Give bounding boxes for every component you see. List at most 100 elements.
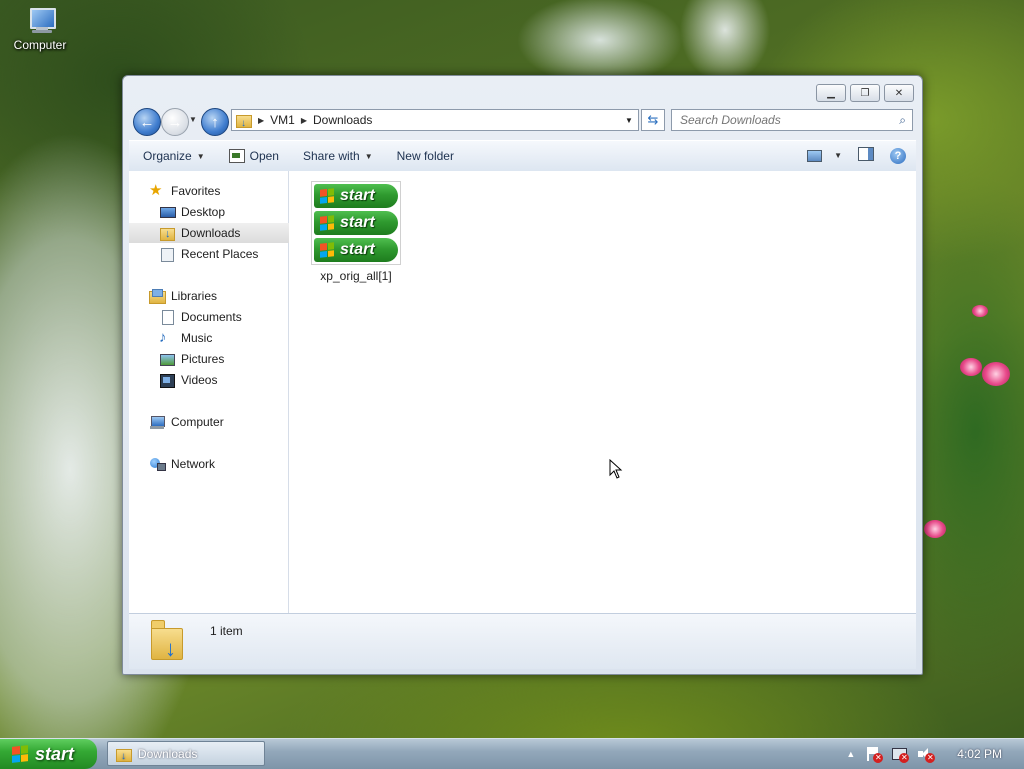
help-icon: ? bbox=[890, 147, 906, 164]
desktop-icon-computer[interactable]: Computer bbox=[8, 6, 72, 52]
explorer-window[interactable]: ▁ ❐ ✕ ← → ▼ ↑ ↓ ▶ VM1 ▶ Downloads ▼ ⇆ ⌕ bbox=[122, 75, 923, 675]
libraries-icon bbox=[149, 288, 166, 304]
flower-decoration bbox=[972, 305, 988, 317]
mouse-cursor-icon bbox=[609, 459, 623, 479]
help-button[interactable]: ? bbox=[890, 147, 906, 164]
forward-button[interactable]: → bbox=[161, 108, 189, 136]
organize-button[interactable]: Organize ▼ bbox=[129, 149, 215, 163]
new-folder-button[interactable]: New folder bbox=[383, 149, 464, 163]
windows-flag-icon bbox=[320, 215, 334, 231]
view-icon bbox=[807, 149, 823, 162]
chevron-down-icon: ▼ bbox=[364, 151, 373, 161]
details-pane: ↓ 1 item bbox=[129, 613, 916, 669]
nav-label: Music bbox=[181, 331, 213, 345]
refresh-icon: ⇆ bbox=[647, 112, 659, 127]
videos-icon bbox=[159, 372, 175, 388]
file-item[interactable]: start start start xp_orig_all[1] bbox=[309, 181, 403, 283]
nav-label: Pictures bbox=[181, 352, 225, 366]
address-dropdown-button[interactable]: ▼ bbox=[622, 110, 636, 130]
show-hidden-icons-button[interactable]: ▲ bbox=[846, 749, 855, 759]
clock[interactable]: 4:02 PM bbox=[957, 747, 1002, 761]
share-with-button[interactable]: Share with ▼ bbox=[289, 149, 383, 163]
item-count: 1 item bbox=[210, 624, 243, 638]
start-button-image: start bbox=[314, 237, 398, 262]
window-controls: ▁ ❐ ✕ bbox=[816, 84, 914, 102]
start-button[interactable]: start bbox=[0, 739, 97, 769]
minimize-button[interactable]: ▁ bbox=[816, 84, 846, 102]
arrow-right-icon: → bbox=[167, 113, 183, 131]
change-view-button[interactable]: ▼ bbox=[807, 149, 842, 162]
recent-pages-dropdown[interactable]: ▼ bbox=[189, 115, 197, 124]
flower-decoration bbox=[924, 520, 946, 538]
file-list[interactable]: start start start xp_orig_all[1] bbox=[289, 171, 916, 613]
windows-flag-icon bbox=[12, 745, 28, 763]
action-center-flag-icon[interactable]: ✕ bbox=[865, 746, 884, 763]
organize-label: Organize bbox=[143, 149, 192, 163]
windows-flag-icon bbox=[320, 241, 334, 258]
new-folder-label: New folder bbox=[396, 149, 454, 163]
start-label: start bbox=[35, 743, 75, 764]
computer-icon bbox=[24, 6, 56, 36]
start-button-image: start bbox=[314, 184, 398, 209]
back-button[interactable]: ← bbox=[133, 108, 161, 136]
recent-places-icon bbox=[159, 246, 175, 262]
file-thumbnail: start start start bbox=[311, 181, 401, 265]
open-button[interactable]: Open bbox=[215, 149, 289, 163]
downloads-icon: ↓ bbox=[159, 225, 175, 241]
nav-item-computer[interactable]: Computer bbox=[129, 412, 307, 432]
search-input[interactable] bbox=[678, 112, 892, 128]
address-bar[interactable]: ↓ ▶ VM1 ▶ Downloads ▼ bbox=[231, 109, 639, 131]
taskbar: start ↓ Downloads ▲ ✕ ✕ ✕ 4:02 PM bbox=[0, 738, 1024, 769]
file-name: xp_orig_all[1] bbox=[320, 269, 392, 283]
nav-item-favorites[interactable]: ★ Favorites bbox=[129, 181, 307, 201]
taskbar-item-downloads[interactable]: ↓ Downloads bbox=[107, 741, 265, 766]
preview-pane-button[interactable] bbox=[858, 147, 874, 164]
refresh-button[interactable]: ⇆ bbox=[641, 109, 665, 131]
documents-icon bbox=[159, 309, 175, 325]
music-icon: ♪ bbox=[159, 329, 167, 346]
network-icon bbox=[149, 456, 166, 472]
preview-pane-icon bbox=[858, 147, 874, 161]
command-bar: Organize ▼ Open Share with ▼ New folder … bbox=[129, 140, 916, 172]
star-icon: ★ bbox=[149, 182, 163, 199]
breadcrumb-separator-icon[interactable]: ▶ bbox=[301, 116, 307, 125]
pictures-icon bbox=[159, 351, 175, 367]
search-icon: ⌕ bbox=[899, 112, 906, 127]
navigation-bar: ← → ▼ ↑ ↓ ▶ VM1 ▶ Downloads ▼ ⇆ ⌕ bbox=[131, 107, 914, 136]
share-with-label: Share with bbox=[302, 149, 360, 163]
chevron-down-icon: ▼ bbox=[625, 115, 633, 125]
desktop-icon bbox=[159, 204, 176, 220]
flower-decoration bbox=[982, 362, 1010, 386]
breadcrumb-segment[interactable]: Downloads bbox=[313, 113, 372, 127]
breadcrumb-separator-icon[interactable]: ▶ bbox=[258, 116, 264, 125]
close-button[interactable]: ✕ bbox=[884, 84, 914, 102]
up-button[interactable]: ↑ bbox=[201, 108, 229, 136]
arrow-up-icon: ↑ bbox=[211, 113, 219, 131]
arrow-left-icon: ← bbox=[139, 113, 155, 131]
nav-item-libraries[interactable]: Libraries bbox=[129, 286, 307, 306]
nav-label: Documents bbox=[181, 310, 242, 324]
volume-muted-icon[interactable]: ✕ bbox=[917, 746, 936, 763]
open-label: Open bbox=[249, 149, 279, 163]
nav-label: Recent Places bbox=[181, 247, 259, 261]
downloads-folder-icon: ↓ bbox=[236, 113, 252, 129]
network-status-icon[interactable]: ✕ bbox=[891, 746, 910, 763]
breadcrumb-segment[interactable]: VM1 bbox=[270, 113, 295, 127]
navigation-pane: ★ Favorites Desktop ↓ Downloads Recent P… bbox=[129, 171, 317, 613]
chevron-down-icon: ▼ bbox=[196, 151, 205, 161]
system-tray: ▲ ✕ ✕ ✕ 4:02 PM bbox=[846, 739, 1024, 769]
computer-icon bbox=[149, 414, 165, 430]
nav-item-network[interactable]: Network bbox=[129, 454, 307, 474]
maximize-icon: ❐ bbox=[860, 87, 870, 99]
maximize-button[interactable]: ❐ bbox=[850, 84, 880, 102]
start-button-image: start bbox=[314, 210, 398, 235]
nav-label: Downloads bbox=[181, 226, 241, 240]
folder-icon: ↓ bbox=[116, 747, 132, 762]
nav-label: Desktop bbox=[181, 205, 226, 219]
desktop-icon-label: Computer bbox=[13, 38, 67, 52]
flower-decoration bbox=[960, 358, 982, 376]
windows-flag-icon bbox=[320, 188, 334, 205]
downloads-folder-icon: ↓ bbox=[151, 620, 183, 660]
thumb-text: start bbox=[340, 213, 375, 231]
search-box[interactable]: ⌕ bbox=[671, 109, 913, 131]
